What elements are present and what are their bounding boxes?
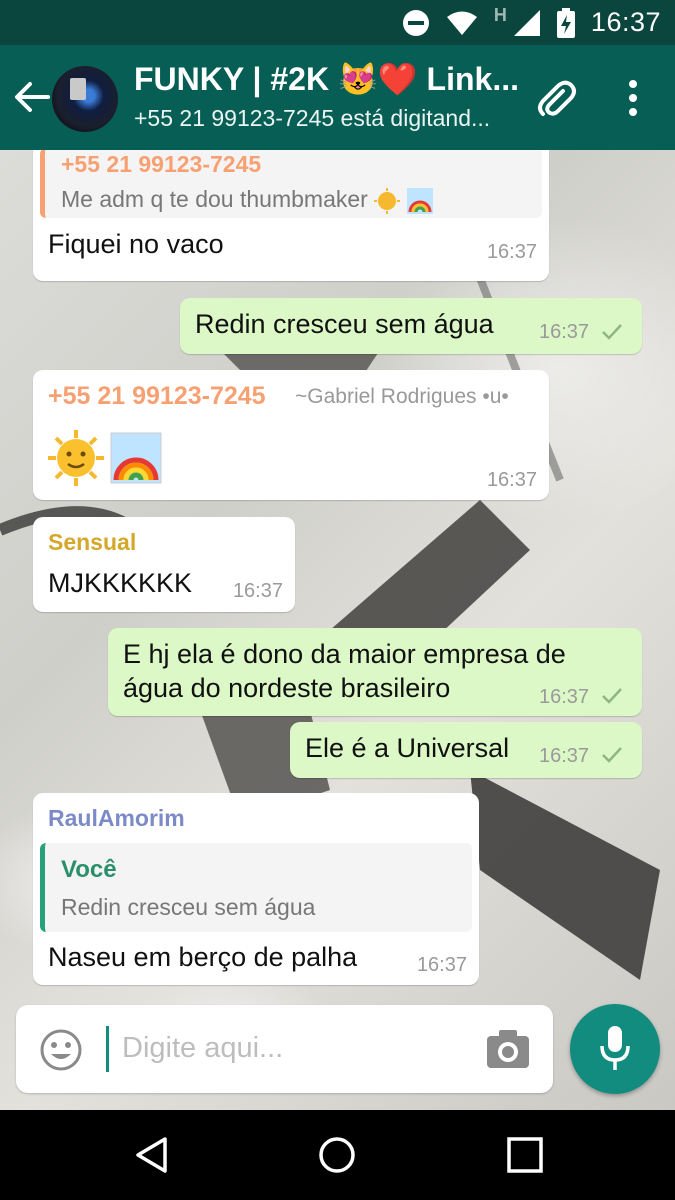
message-time: 16:37 xyxy=(486,469,537,491)
message-bubble[interactable]: RaulAmorim Você Redin cresceu sem água N… xyxy=(33,793,479,985)
sender-name[interactable]: Sensual xyxy=(48,529,136,556)
message-bubble[interactable]: +55 21 99123-7245 ~Gabriel Rodrigues •u•… xyxy=(33,370,549,500)
message-time: 16:37 xyxy=(539,745,590,767)
sender-display-name: ~Gabriel Rodrigues •u• xyxy=(295,385,509,408)
more-options-icon[interactable] xyxy=(618,78,648,118)
message-time: 16:37 xyxy=(539,321,590,343)
do-not-disturb-icon xyxy=(402,9,429,36)
rainbow-emoji-icon xyxy=(406,187,433,214)
back-arrow-icon[interactable] xyxy=(12,77,52,117)
text-cursor xyxy=(106,1026,109,1072)
quote-sender: +55 21 99123-7245 xyxy=(61,151,262,177)
message-text-line-2: água do nordeste brasileiro xyxy=(123,673,451,703)
wifi-icon xyxy=(446,11,477,35)
sender-phone[interactable]: +55 21 99123-7245 xyxy=(48,382,266,411)
message-text: Naseu em berço de palha xyxy=(48,942,358,972)
message-time: 16:37 xyxy=(232,580,283,602)
network-type-label: H xyxy=(493,5,507,25)
system-navigation-bar xyxy=(0,1110,675,1200)
quote-text: Me adm q te dou thumbmaker xyxy=(61,186,433,214)
message-text: MJKKKKKK xyxy=(48,568,193,598)
clock: 16:37 xyxy=(590,7,661,37)
message-bubble[interactable]: E hj ela é dono da maior empresa de água… xyxy=(108,628,642,716)
message-input[interactable]: Digite aqui... xyxy=(122,1032,283,1065)
microphone-icon xyxy=(600,1026,630,1070)
sun-with-face-emoji-icon xyxy=(48,430,104,486)
quote-text: Redin cresceu sem água xyxy=(61,894,316,920)
sent-check-icon xyxy=(602,324,622,340)
message-bubble[interactable]: Redin cresceu sem água 16:37 xyxy=(180,298,642,354)
sun-with-face-emoji-icon xyxy=(374,187,401,214)
message-time: 16:37 xyxy=(539,686,590,708)
group-avatar[interactable] xyxy=(52,66,118,132)
message-composer[interactable]: Digite aqui... xyxy=(16,1005,553,1093)
nav-home-icon[interactable] xyxy=(318,1136,356,1174)
attach-paperclip-icon[interactable] xyxy=(534,77,578,121)
message-text: Ele é a Universal xyxy=(305,733,510,763)
nav-recents-icon[interactable] xyxy=(506,1136,544,1174)
typing-status: +55 21 99123-7245 está digitand... xyxy=(134,105,491,131)
message-bubble[interactable]: Ele é a Universal 16:37 xyxy=(290,722,642,778)
message-time: 16:37 xyxy=(416,954,467,976)
message-bubble[interactable]: Sensual MJKKKKKK 16:37 xyxy=(33,517,295,612)
quote-sender: Você xyxy=(61,856,117,883)
status-bar: H 16:37 xyxy=(0,0,675,45)
chat-area[interactable]: +55 21 99123-7245 Me adm q te dou thumbm… xyxy=(0,150,675,1110)
camera-icon[interactable] xyxy=(485,1028,531,1070)
message-bubble[interactable]: +55 21 99123-7245 Me adm q te dou thumbm… xyxy=(33,150,549,281)
sent-check-icon xyxy=(602,747,622,763)
quote-text-content: Me adm q te dou thumbmaker xyxy=(61,186,368,212)
sender-name[interactable]: RaulAmorim xyxy=(48,805,185,832)
quoted-message[interactable]: +55 21 99123-7245 Me adm q te dou thumbm… xyxy=(40,150,542,218)
quoted-message[interactable]: Você Redin cresceu sem água xyxy=(40,843,472,932)
message-text: Redin cresceu sem água xyxy=(195,309,494,339)
cell-signal-icon xyxy=(513,9,540,36)
chat-title[interactable]: FUNKY | #2K 😻❤️ Link... xyxy=(134,60,524,98)
chat-header: FUNKY | #2K 😻❤️ Link... +55 21 99123-724… xyxy=(0,45,675,150)
sent-check-icon xyxy=(602,688,622,704)
voice-record-button[interactable] xyxy=(570,1004,660,1094)
nav-back-icon[interactable] xyxy=(133,1136,171,1174)
rainbow-emoji-icon xyxy=(110,432,162,484)
message-text-line-1: E hj ela é dono da maior empresa de xyxy=(123,639,566,669)
battery-charging-icon xyxy=(556,7,575,38)
message-time: 16:37 xyxy=(486,241,537,263)
emoji-picker-icon[interactable] xyxy=(40,1029,82,1071)
message-text: Fiquei no vaco xyxy=(48,229,224,259)
